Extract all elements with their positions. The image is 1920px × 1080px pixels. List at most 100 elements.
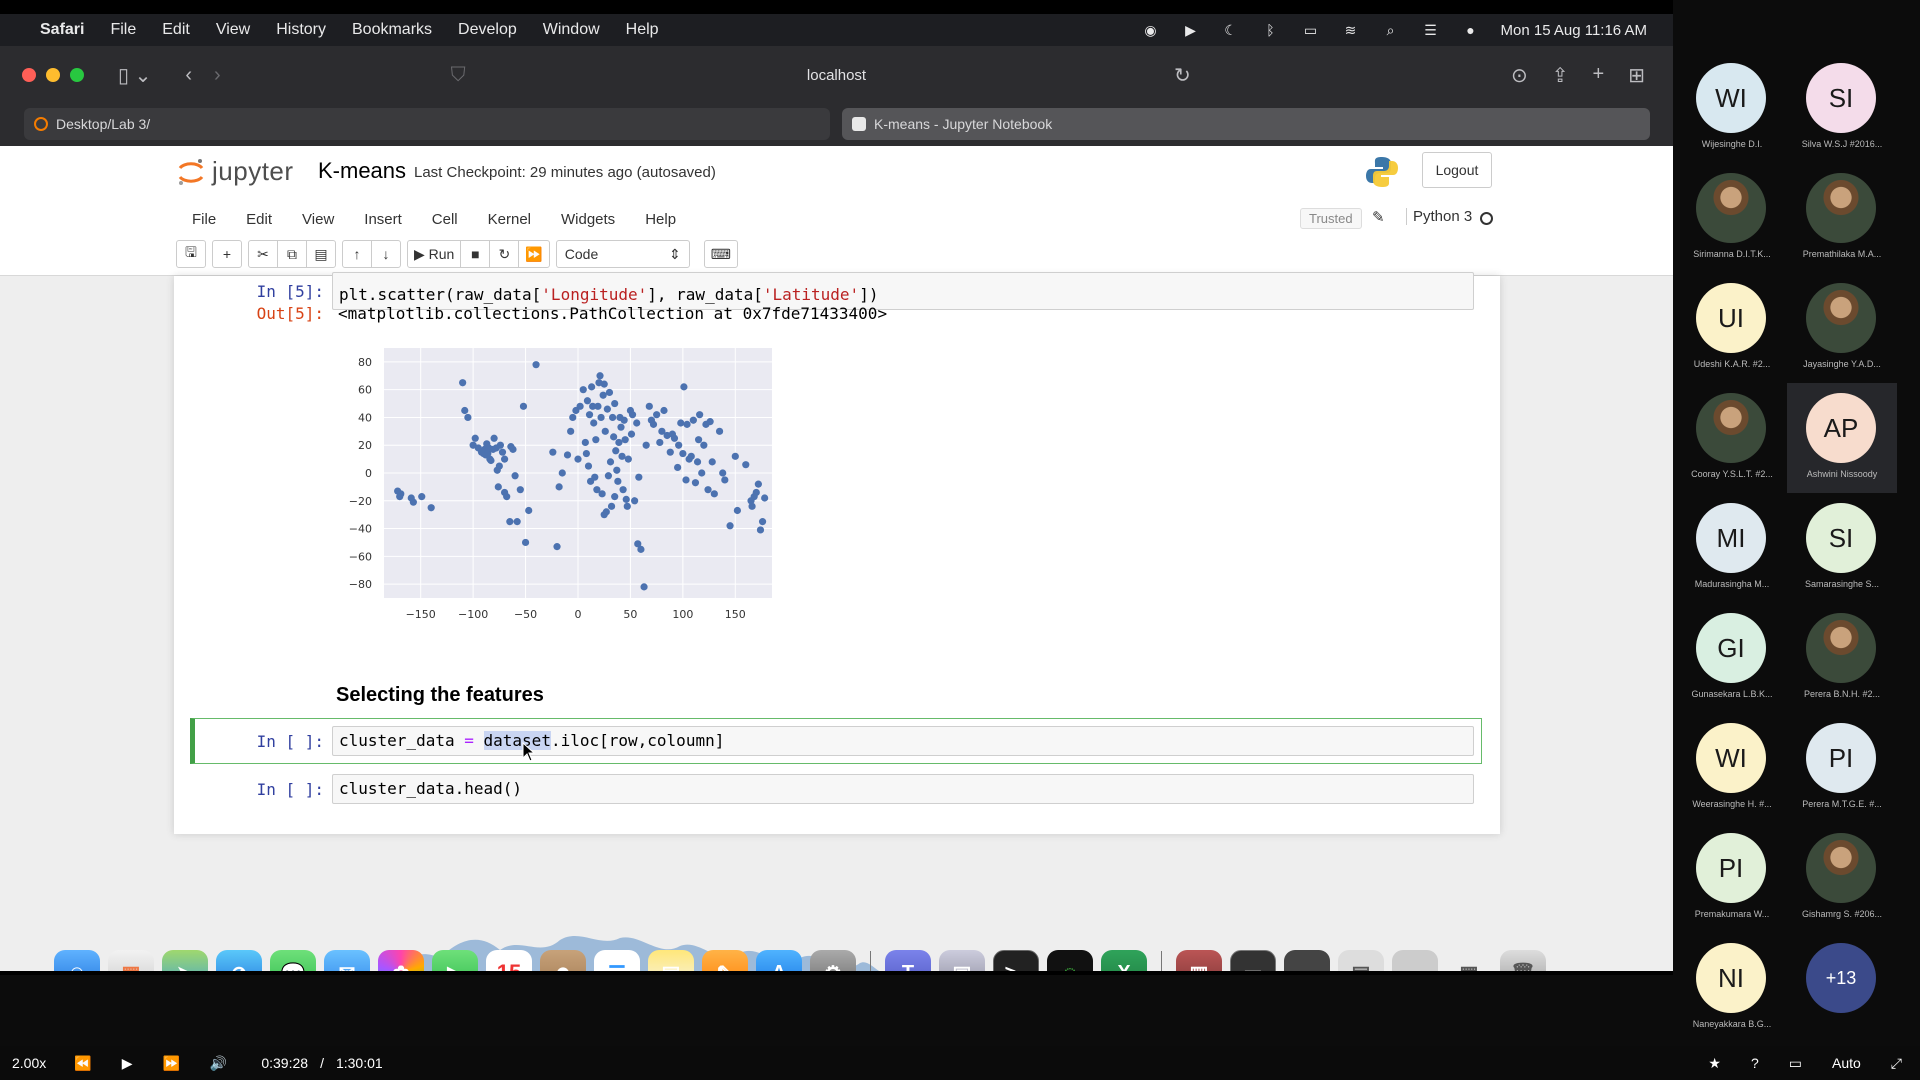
dock-teams-icon[interactable]: T	[885, 950, 931, 971]
trusted-badge[interactable]: Trusted	[1300, 208, 1362, 229]
menu-bookmarks[interactable]: Bookmarks	[352, 21, 432, 39]
participant-tile[interactable]: MI Madurasingha M...	[1677, 493, 1787, 603]
dock-window-thumb-icon[interactable]: ▬	[1392, 950, 1438, 971]
tab-desktop-lab3[interactable]: Desktop/Lab 3/	[24, 108, 830, 140]
paste-icon[interactable]: ▤	[306, 240, 336, 268]
restart-run-all-icon[interactable]: ⏩	[518, 240, 550, 268]
dock-excel-icon[interactable]: X	[1101, 950, 1147, 971]
interrupt-icon[interactable]: ■	[460, 240, 491, 268]
notebook-title[interactable]: K-means	[318, 158, 406, 184]
dock-window-thumb-icon[interactable]: ⋯	[1284, 950, 1330, 971]
copy-icon[interactable]: ⧉	[277, 240, 307, 268]
dock-window-thumb-icon[interactable]: ▭	[1230, 950, 1276, 971]
privacy-shield-icon[interactable]: ⛉	[451, 64, 466, 87]
participant-tile[interactable]: NI Naneyakkara B.G...	[1677, 933, 1787, 1043]
play-icon[interactable]: ▶	[122, 1055, 133, 1072]
dock-safari-icon[interactable]: ⊘	[216, 950, 262, 971]
participant-tile[interactable]: UI Udeshi K.A.R. #2...	[1677, 273, 1787, 383]
jmenu-insert[interactable]: Insert	[349, 211, 417, 228]
battery-icon[interactable]: ▭	[1301, 23, 1321, 37]
jmenu-kernel[interactable]: Kernel	[473, 211, 546, 228]
dock-mail-icon[interactable]: ✉	[324, 950, 370, 971]
jmenu-view[interactable]: View	[287, 211, 349, 228]
fast-forward-icon[interactable]: ⏩	[162, 1055, 179, 1072]
insert-cell-icon[interactable]: +	[212, 240, 242, 268]
restart-icon[interactable]: ↻	[489, 240, 520, 268]
run-button[interactable]: ▶ Run	[407, 240, 462, 268]
menu-history[interactable]: History	[276, 21, 326, 39]
address-bar[interactable]: localhost	[0, 67, 1673, 84]
dock-activity-icon[interactable]: ◌	[1047, 950, 1093, 971]
participant-tile[interactable]: Gishamrg S. #206...	[1787, 823, 1897, 933]
jmenu-help[interactable]: Help	[630, 211, 691, 228]
back-icon[interactable]: ‹	[185, 64, 192, 87]
screen-record-icon[interactable]: ◉	[1141, 23, 1161, 37]
menu-app-safari[interactable]: Safari	[40, 21, 84, 39]
spotlight-search-icon[interactable]: ⌕	[1381, 23, 1401, 37]
participant-tile[interactable]: Perera B.N.H. #2...	[1787, 603, 1897, 713]
participant-tile[interactable]: WI Weerasinghe H. #...	[1677, 713, 1787, 823]
participant-tile[interactable]: Cooray Y.S.L.T. #2...	[1677, 383, 1787, 493]
menu-view[interactable]: View	[216, 21, 250, 39]
move-up-icon[interactable]: ↑	[342, 240, 372, 268]
participant-tile[interactable]: Premathilaka M.A...	[1787, 163, 1897, 273]
minimize-window-button[interactable]	[46, 68, 60, 82]
chat-icon[interactable]: ▭	[1789, 1055, 1802, 1072]
kernel-name[interactable]: Python 3	[1406, 208, 1472, 225]
control-center-icon[interactable]: ☰	[1421, 23, 1441, 37]
jmenu-edit[interactable]: Edit	[231, 211, 287, 228]
jmenu-widgets[interactable]: Widgets	[546, 211, 630, 228]
jupyter-logo[interactable]: jupyter	[176, 156, 294, 187]
zoom-window-button[interactable]	[70, 68, 84, 82]
share-icon[interactable]: ⇪	[1552, 63, 1569, 88]
dock-system-preferences-icon[interactable]: ⚙	[810, 950, 856, 971]
move-down-icon[interactable]: ↓	[371, 240, 401, 268]
dock-preview-icon[interactable]: ▣	[939, 950, 985, 971]
dock-pages-icon[interactable]: ✎	[702, 950, 748, 971]
menu-develop[interactable]: Develop	[458, 21, 517, 39]
dock-contacts-icon[interactable]: ☻	[540, 950, 586, 971]
volume-icon[interactable]: 🔊	[210, 1055, 227, 1072]
dock-app-store-icon[interactable]: A	[756, 950, 802, 971]
dock-photos-icon[interactable]: ✿	[378, 950, 424, 971]
rewind-icon[interactable]: ⏪	[74, 1055, 91, 1072]
participant-tile[interactable]: +13	[1787, 933, 1897, 1043]
fullscreen-icon[interactable]: ⤢	[1891, 1055, 1902, 1072]
participant-tile[interactable]: PI Premakumara W...	[1677, 823, 1787, 933]
dock-reminders-icon[interactable]: ☰	[594, 950, 640, 971]
close-window-button[interactable]	[22, 68, 36, 82]
logout-button[interactable]: Logout	[1422, 152, 1492, 188]
dock-finder-icon[interactable]: ☺	[54, 950, 100, 971]
participant-tile[interactable]: SI Silva W.S.J #2016...	[1787, 53, 1897, 163]
dock-facetime-icon[interactable]: ▶	[432, 950, 478, 971]
tab-overview-icon[interactable]: ⊞	[1628, 63, 1645, 88]
moon-icon[interactable]: ☾	[1221, 23, 1241, 37]
siri-icon[interactable]: ●	[1461, 23, 1481, 37]
menu-help[interactable]: Help	[626, 21, 659, 39]
menu-window[interactable]: Window	[543, 21, 600, 39]
cut-icon[interactable]: ✂	[248, 240, 278, 268]
code-cell-cluster-data[interactable]: cluster_data = dataset.iloc[row,coloumn]	[332, 726, 1474, 756]
code-cell-head[interactable]: cluster_data.head()	[332, 774, 1474, 804]
new-tab-icon[interactable]: +	[1593, 63, 1605, 88]
dock-window-thumb-icon[interactable]: ▤	[1338, 950, 1384, 971]
dock-trash-icon[interactable]: 🗑	[1500, 950, 1546, 971]
dock-window-thumb-icon[interactable]: ▦	[1446, 950, 1492, 971]
dock-terminal-icon[interactable]: >_	[993, 950, 1039, 971]
participant-tile[interactable]: Jayasinghe Y.A.D...	[1787, 273, 1897, 383]
downloads-icon[interactable]: ⊙	[1511, 63, 1528, 88]
participant-tile[interactable]: SI Samarasinghe S...	[1787, 493, 1897, 603]
tab-kmeans-notebook[interactable]: K-means - Jupyter Notebook	[842, 108, 1650, 140]
star-icon[interactable]: ★	[1708, 1055, 1721, 1072]
forward-icon[interactable]: ›	[214, 64, 221, 87]
sidebar-toggle-icon[interactable]: ▯ ⌄	[118, 63, 151, 88]
dock-notes-icon[interactable]: ▤	[648, 950, 694, 971]
participant-tile[interactable]: AP Ashwini Nissoody	[1787, 383, 1897, 493]
participant-tile[interactable]: PI Perera M.T.G.E. #...	[1787, 713, 1897, 823]
participant-tile[interactable]: GI Gunasekara L.B.K...	[1677, 603, 1787, 713]
wifi-icon[interactable]: ≋	[1341, 23, 1361, 37]
cell-type-select[interactable]: Code ⇕	[555, 240, 690, 268]
dock-photo-booth-icon[interactable]: ▥	[1176, 950, 1222, 971]
edit-pencil-icon[interactable]: ✎	[1372, 208, 1385, 226]
menu-file[interactable]: File	[110, 21, 136, 39]
